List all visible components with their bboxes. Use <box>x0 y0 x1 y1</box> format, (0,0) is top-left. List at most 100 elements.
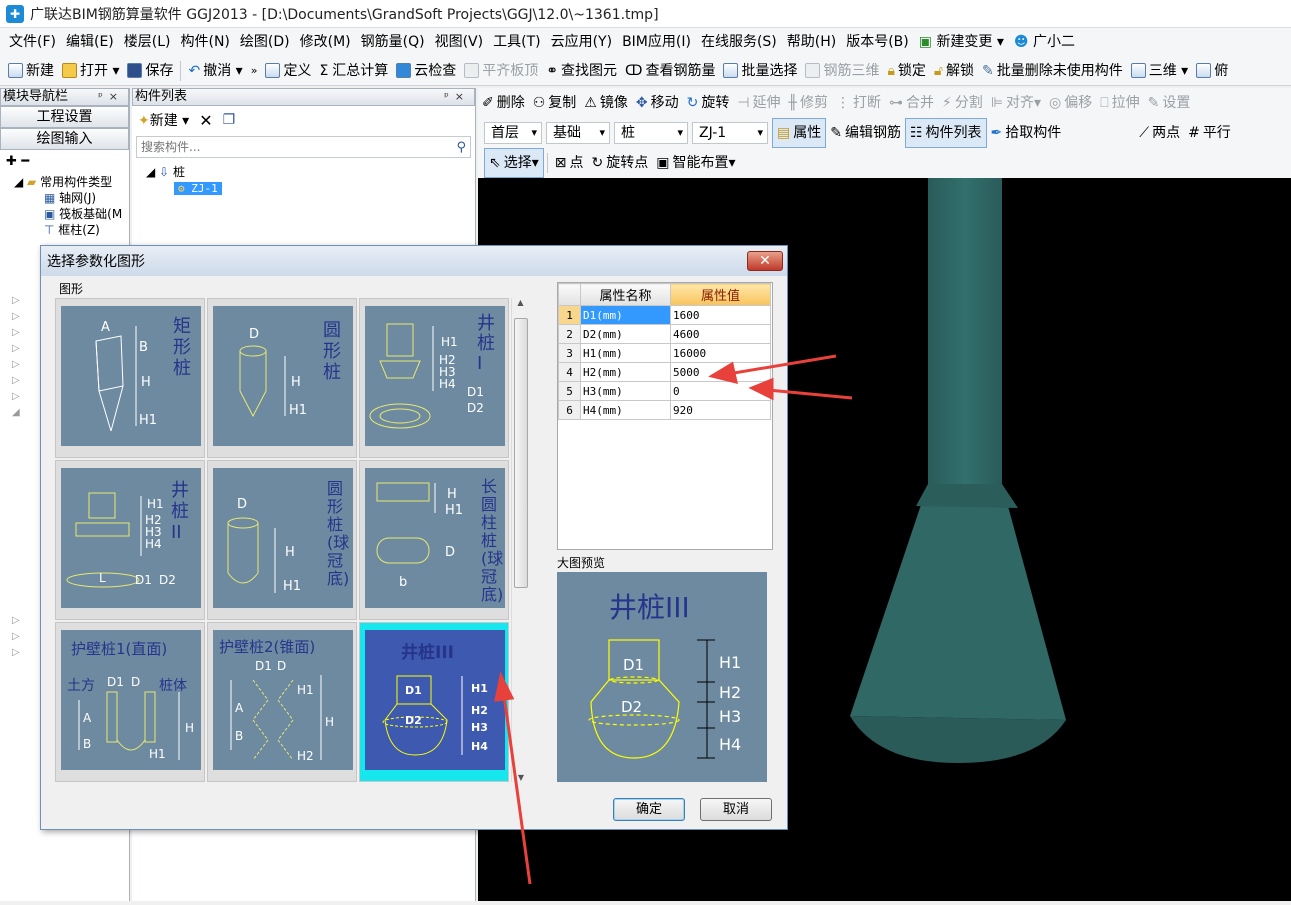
project-settings-button[interactable]: 工程设置 <box>0 106 129 128</box>
rotate-button[interactable]: ↻ 旋转 <box>683 89 734 117</box>
tree-item-column[interactable]: ⊤ 框柱(Z) <box>14 222 129 238</box>
tree-common-types[interactable]: ◢ ▰ 常用构件类型 <box>14 174 129 190</box>
shape-tile-well-pile-2[interactable]: H1 H2 H3 H4 L D1 D2 井桩II <box>55 460 205 620</box>
menu-draw[interactable]: 绘图(D) <box>235 28 295 56</box>
property-row[interactable]: 2 D2(mm) 4600 <box>558 324 771 344</box>
offset-button[interactable]: ◎ 偏移 <box>1045 89 1096 117</box>
mirror-button[interactable]: ⚠ 镜像 <box>580 89 632 117</box>
3d-view-button[interactable]: 三维 ▾ <box>1127 57 1192 85</box>
summary-calc-button[interactable]: Σ 汇总计算 <box>315 57 392 85</box>
parallel-button[interactable]: # 平行 <box>1184 119 1235 147</box>
define-button[interactable]: 定义 <box>261 57 315 85</box>
point-button[interactable]: ⊠ 点 <box>551 149 588 177</box>
cancel-button[interactable]: 取消 <box>700 798 772 821</box>
expand-collapse-icons[interactable]: ✚ ━ <box>0 150 129 174</box>
shape-tile-casing-pile-1[interactable]: 护壁桩1(直面) 土方 D1 D 桩体 A B H H1 <box>55 622 205 782</box>
open-button[interactable]: 打开 ▾ <box>58 57 123 85</box>
shape-tile-well-pile-1[interactable]: H1 H2 H3 H4 D1 D2 井桩I <box>359 298 509 458</box>
tree-item-zj1[interactable]: ⚙ ZJ-1 <box>174 182 222 195</box>
shape-tile-round-pile[interactable]: D H H1 圆形桩 <box>207 298 357 458</box>
save-button[interactable]: 保存 <box>123 57 177 85</box>
batch-select-button[interactable]: 批量选择 <box>719 57 801 85</box>
shape-tile-rect-pile[interactable]: A B H H1 矩形桩 <box>55 298 205 458</box>
gallery-scrollbar[interactable]: ▲ ▼ <box>511 298 529 782</box>
menu-component[interactable]: 构件(N) <box>176 28 235 56</box>
cloud-check-button[interactable]: 云检查 <box>392 57 460 85</box>
menu-assistant[interactable]: ☻ 广小二 <box>1009 28 1080 56</box>
view-rebar-button[interactable]: ↀ 查看钢筋量 <box>621 57 719 85</box>
new-button[interactable]: 新建 <box>4 57 58 85</box>
property-value-input[interactable]: 16000 <box>670 343 771 363</box>
menu-cloud[interactable]: 云应用(Y) <box>546 28 617 56</box>
merge-button[interactable]: ⊶ 合并 <box>885 89 938 117</box>
scroll-thumb[interactable] <box>514 318 528 588</box>
property-row[interactable]: 5 H3(mm) 0 <box>558 381 771 401</box>
component-list-button[interactable]: ☷ 构件列表 <box>904 118 987 148</box>
shape-tile-round-pile-dome[interactable]: D H H1 圆形桩(球冠底) <box>207 460 357 620</box>
tree-item-axis[interactable]: ▦ 轴网(J) <box>14 190 129 206</box>
pin-close-icon[interactable]: ᵖ× <box>444 89 474 105</box>
menu-view[interactable]: 视图(V) <box>430 28 489 56</box>
align-button[interactable]: ⊫ 对齐 ▾ <box>987 89 1045 117</box>
copy-button[interactable]: ⚇ 复制 <box>529 89 581 117</box>
component-select[interactable]: ZJ-1 <box>692 122 768 144</box>
menu-online[interactable]: 在线服务(S) <box>696 28 782 56</box>
close-icon[interactable]: ✕ <box>747 251 783 271</box>
pin-close-icon[interactable]: ᵖ× <box>98 89 128 105</box>
split-button[interactable]: ⚡ 分割 <box>938 89 987 117</box>
property-row[interactable]: 4 H2(mm) 5000 <box>558 362 771 382</box>
menu-edit[interactable]: 编辑(E) <box>61 28 119 56</box>
tree-item-raft[interactable]: ▣ 筏板基础(M <box>14 206 129 222</box>
edit-rebar-button[interactable]: ✎ 编辑钢筋 <box>826 119 905 147</box>
delete-button[interactable]: ✐ 删除 <box>478 89 529 117</box>
property-value-input[interactable]: 4600 <box>670 324 771 344</box>
property-value-input[interactable]: 1600 <box>670 305 771 325</box>
tree-pile[interactable]: ◢ ⇩ 桩 <box>146 164 475 180</box>
scroll-down-icon[interactable]: ▼ <box>512 773 530 782</box>
stretch-button[interactable]: ⎕ 拉伸 <box>1096 89 1143 117</box>
pick-component-button[interactable]: ✒ 拾取构件 <box>987 119 1066 147</box>
menu-rebar-quantity[interactable]: 钢筋量(Q) <box>356 28 430 56</box>
undo-button[interactable]: ↶ 撤消 ▾ <box>184 57 246 85</box>
menu-floor[interactable]: 楼层(L) <box>119 28 176 56</box>
shape-tile-casing-pile-2[interactable]: 护壁桩2(锥面) D1 D H1 A B H H2 <box>207 622 357 782</box>
menu-modify[interactable]: 修改(M) <box>295 28 356 56</box>
component-search-input[interactable] <box>141 140 421 154</box>
copy-component-icon[interactable]: ❐ <box>223 112 236 128</box>
top-view-button[interactable]: 俯 <box>1192 57 1232 85</box>
rebar-3d-button[interactable]: 钢筋三维 <box>801 57 883 85</box>
find-element-button[interactable]: ⚭ 查找图元 <box>542 57 621 85</box>
search-icon[interactable]: ⚲ <box>456 140 466 155</box>
two-point-button[interactable]: ⟋ 两点 <box>1135 119 1184 147</box>
type-select[interactable]: 桩 <box>614 122 688 144</box>
trim-button[interactable]: ╫ 修剪 <box>785 89 832 117</box>
new-component-button[interactable]: ✦新建 ▾ <box>138 110 189 130</box>
flush-slab-top-button[interactable]: 平齐板顶 <box>460 57 542 85</box>
unlock-button[interactable]: 🔓︎ 解锁 <box>930 57 978 85</box>
delete-component-icon[interactable]: ✕ <box>199 111 212 130</box>
move-button[interactable]: ✥ 移动 <box>632 89 683 117</box>
drawing-input-button[interactable]: 绘图输入 <box>0 128 129 150</box>
menu-version[interactable]: 版本号(B) <box>841 28 914 56</box>
floor-select[interactable]: 首层 <box>484 122 542 144</box>
menu-new-change[interactable]: ▣ 新建变更 ▾ <box>914 28 1009 56</box>
select-button[interactable]: ⇖ 选择 ▾ <box>484 148 544 178</box>
shape-tile-long-round-pile[interactable]: H H1 D b 长圆柱桩(球冠底) <box>359 460 509 620</box>
property-row[interactable]: 3 H1(mm) 16000 <box>558 343 771 363</box>
break-button[interactable]: ⋮ 打断 <box>832 89 885 117</box>
extend-button[interactable]: ⊣ 延伸 <box>733 89 784 117</box>
smart-layout-button[interactable]: ▣ 智能布置 ▾ <box>652 149 739 177</box>
property-value-input[interactable]: 0 <box>670 381 771 401</box>
property-row[interactable]: 6 H4(mm) 920 <box>558 400 771 420</box>
menu-bim[interactable]: BIM应用(I) <box>617 28 696 56</box>
properties-button[interactable]: ▤ 属性 <box>772 118 827 148</box>
rotate-point-button[interactable]: ↻ 旋转点 <box>588 149 653 177</box>
menu-tools[interactable]: 工具(T) <box>488 28 545 56</box>
menu-file[interactable]: 文件(F) <box>4 28 61 56</box>
ok-button[interactable]: 确定 <box>613 798 685 821</box>
menu-help[interactable]: 帮助(H) <box>782 28 841 56</box>
toolbar-overflow[interactable]: » <box>247 57 262 85</box>
property-row[interactable]: 1 D1(mm) 1600 <box>558 305 771 325</box>
category-select[interactable]: 基础 <box>546 122 610 144</box>
property-value-input[interactable]: 5000 <box>670 362 771 382</box>
